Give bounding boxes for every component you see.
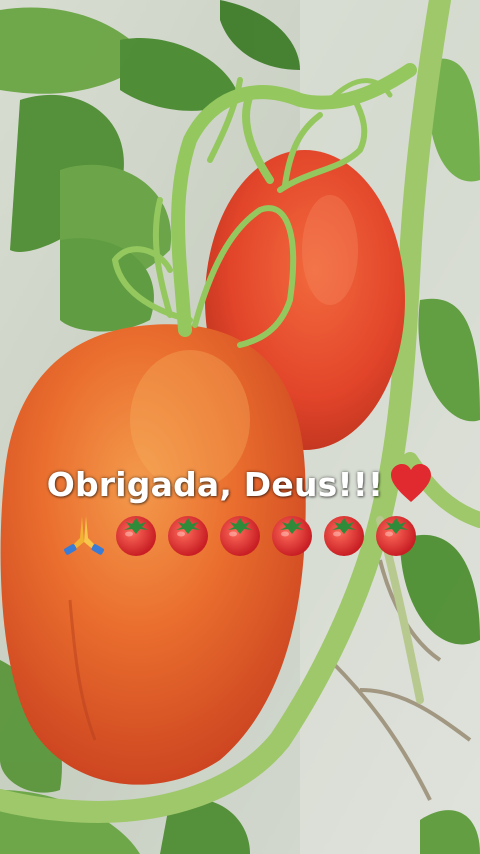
tomato-icon	[272, 516, 312, 556]
tomato-photo	[0, 0, 480, 854]
red-heart-icon	[391, 464, 432, 502]
caption: Obrigada, Deus!!!	[0, 462, 480, 556]
tomato-icon	[168, 516, 208, 556]
tomato-icon	[116, 516, 156, 556]
caption-text: Obrigada, Deus!!!	[46, 464, 384, 504]
tomato-icon	[376, 516, 416, 556]
tomato-icon	[324, 516, 364, 556]
caption-line-1: Obrigada, Deus!!!	[0, 462, 480, 506]
caption-emoji-row	[0, 512, 480, 556]
praying-hands-icon	[64, 516, 104, 555]
tomato-icon	[220, 516, 260, 556]
